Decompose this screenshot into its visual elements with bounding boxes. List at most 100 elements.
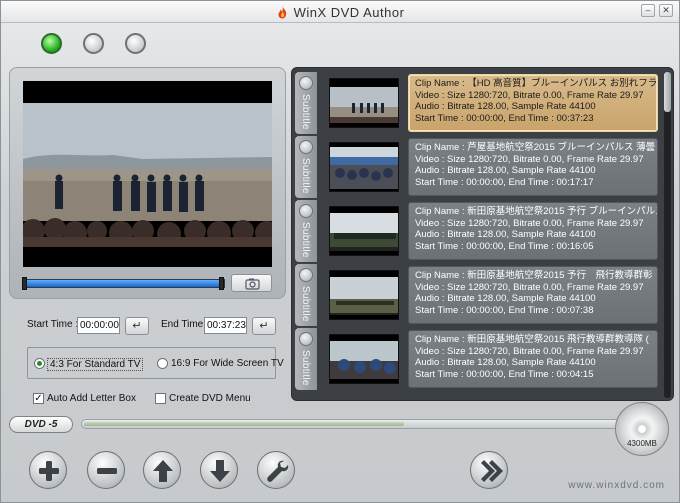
aspect-16-9-radio[interactable] bbox=[157, 358, 168, 369]
clip-name: Clip Name : 新田原基地航空祭2015 予行 ブルーインパルス bbox=[415, 206, 658, 217]
subtitle-label: Subtitle bbox=[300, 94, 311, 130]
clip-time-info: Start Time : 00:00:00, End Time : 00:16:… bbox=[415, 240, 594, 252]
clip-list-scrollbar[interactable] bbox=[664, 72, 671, 398]
subtitle-tab[interactable]: Subtitle bbox=[295, 200, 317, 262]
clip-thumbnail[interactable] bbox=[329, 142, 399, 192]
clip-list: Subtitle Clip Name : 【HD 高音質】ブルーインパルス お別… bbox=[291, 67, 674, 401]
clip-info[interactable]: Clip Name : 新田原基地航空祭2015 予行 ブルーインパルス Vid… bbox=[408, 202, 658, 260]
move-up-button[interactable] bbox=[143, 451, 181, 489]
step-1-indicator[interactable] bbox=[41, 33, 62, 54]
clip-audio-info: Audio : Bitrate 128.00, Sample Rate 4410… bbox=[415, 229, 596, 240]
minimize-button[interactable]: – bbox=[641, 4, 655, 17]
clip-time-info: Start Time : 00:00:00, End Time : 00:07:… bbox=[415, 304, 594, 316]
aspect-16-9-label[interactable]: 16:9 For Wide Screen TV bbox=[171, 358, 284, 369]
app-logo-icon bbox=[276, 6, 289, 19]
clip-name: Clip Name : 新田原基地航空祭2015 予行 飛行教導群彰 bbox=[415, 270, 653, 281]
subtitle-icon bbox=[299, 204, 313, 218]
preview-panel bbox=[9, 67, 286, 299]
scrollbar-thumb[interactable] bbox=[664, 72, 671, 112]
step-3-indicator[interactable] bbox=[125, 33, 146, 54]
start-trim-handle[interactable] bbox=[22, 277, 27, 290]
video-preview[interactable] bbox=[23, 81, 272, 267]
end-time-input[interactable]: 00:37:23 bbox=[204, 317, 247, 334]
aspect-4-3-label[interactable]: 4:3 For Standard TV bbox=[47, 358, 144, 371]
aspect-4-3-radio[interactable] bbox=[34, 358, 45, 369]
subtitle-tab[interactable]: Subtitle bbox=[295, 328, 317, 390]
start-time-input[interactable]: 00:00:00 bbox=[77, 317, 120, 334]
window-title-text: WinX DVD Author bbox=[293, 5, 405, 20]
remove-clip-button[interactable] bbox=[87, 451, 125, 489]
subtitle-label: Subtitle bbox=[300, 158, 311, 194]
clip-audio-info: Audio : Bitrate 128.00, Sample Rate 4410… bbox=[415, 165, 596, 176]
set-end-time-button[interactable]: ↵ bbox=[252, 317, 276, 335]
clip-thumbnail[interactable] bbox=[329, 78, 399, 128]
clip-name: Clip Name : 芦屋基地航空祭2015 ブルーインパルス 薄曇り bbox=[415, 142, 658, 153]
title-bar[interactable]: WinX DVD Author – ✕ bbox=[1, 1, 679, 23]
arrow-down-icon bbox=[210, 460, 230, 482]
clip-video-info: Video : Size 1280:720, Bitrate 0.00, Fra… bbox=[415, 345, 644, 357]
wrench-icon bbox=[267, 460, 289, 482]
end-time-label: End Time : bbox=[161, 319, 209, 330]
next-button[interactable] bbox=[470, 451, 508, 489]
end-trim-handle[interactable] bbox=[219, 277, 224, 290]
clip-name: Clip Name : 新田原基地航空祭2015 飛行教導群教導隊 ( bbox=[415, 334, 649, 345]
clip-item[interactable]: Subtitle Clip Name : 【HD 高音質】ブルーインパルス お別… bbox=[295, 72, 660, 134]
letterbox-label[interactable]: Auto Add Letter Box bbox=[47, 393, 136, 404]
main-window: WinX DVD Author – ✕ Start Time: 00:00:0… bbox=[0, 0, 680, 503]
arrow-up-icon bbox=[153, 460, 173, 482]
create-menu-label[interactable]: Create DVD Menu bbox=[169, 393, 251, 404]
camera-icon bbox=[245, 278, 260, 290]
subtitle-icon bbox=[299, 268, 313, 282]
clip-info[interactable]: Clip Name : 新田原基地航空祭2015 予行 飛行教導群彰 Video… bbox=[408, 266, 658, 324]
clip-time-info: Start Time : 00:00:00, End Time : 00:37:… bbox=[415, 112, 594, 124]
disc-icon: 4300MB bbox=[615, 402, 669, 456]
clip-time-info: Start Time : 00:00:00, End Time : 00:04:… bbox=[415, 368, 594, 380]
plus-icon bbox=[39, 461, 59, 481]
clip-time-info: Start Time : 00:00:00, End Time : 00:17:… bbox=[415, 176, 594, 188]
add-clip-button[interactable] bbox=[29, 451, 67, 489]
disc-capacity-label: 4300MB bbox=[627, 439, 657, 448]
clip-info[interactable]: Clip Name : 【HD 高音質】ブルーインパルス お別れフライト@ Vi… bbox=[408, 74, 658, 132]
settings-button[interactable] bbox=[257, 451, 295, 489]
clip-item[interactable]: Subtitle Clip Name : 新田原基地航空祭2015 飛行教導群教… bbox=[295, 328, 660, 390]
disc-type-selector[interactable]: DVD -5 bbox=[9, 416, 73, 433]
clip-audio-info: Audio : Bitrate 128.00, Sample Rate 4410… bbox=[415, 357, 596, 368]
clip-video-info: Video : Size 1280:720, Bitrate 0.00, Fra… bbox=[415, 89, 644, 101]
clip-item[interactable]: Subtitle Clip Name : 新田原基地航空祭2015 予行 飛行教… bbox=[295, 264, 660, 326]
clip-video-info: Video : Size 1280:720, Bitrate 0.00, Fra… bbox=[415, 281, 644, 293]
seek-bar[interactable] bbox=[22, 277, 225, 290]
clip-item[interactable]: Subtitle Clip Name : 芦屋基地航空祭2015 ブルーインパル… bbox=[295, 136, 660, 198]
snapshot-button[interactable] bbox=[231, 274, 272, 292]
disc-capacity-fill bbox=[84, 422, 404, 426]
clip-info[interactable]: Clip Name : 新田原基地航空祭2015 飛行教導群教導隊 ( Vide… bbox=[408, 330, 658, 388]
subtitle-icon bbox=[299, 140, 313, 154]
enter-icon: ↵ bbox=[259, 320, 269, 332]
website-watermark: www.winxdvd.com bbox=[568, 480, 665, 491]
set-start-time-button[interactable]: ↵ bbox=[125, 317, 149, 335]
minus-icon bbox=[97, 468, 117, 474]
clip-thumbnail[interactable] bbox=[329, 270, 399, 320]
subtitle-tab[interactable]: Subtitle bbox=[295, 264, 317, 326]
close-button[interactable]: ✕ bbox=[659, 4, 673, 17]
subtitle-label: Subtitle bbox=[300, 350, 311, 386]
window-title: WinX DVD Author bbox=[1, 5, 679, 20]
clip-info[interactable]: Clip Name : 芦屋基地航空祭2015 ブルーインパルス 薄曇り Vid… bbox=[408, 138, 658, 196]
clip-thumbnail[interactable] bbox=[329, 334, 399, 384]
minimize-icon: – bbox=[645, 5, 651, 15]
clip-video-info: Video : Size 1280:720, Bitrate 0.00, Fra… bbox=[415, 217, 644, 229]
subtitle-label: Subtitle bbox=[300, 286, 311, 322]
start-time-label: Start Time : bbox=[27, 319, 79, 330]
subtitle-tab[interactable]: Subtitle bbox=[295, 72, 317, 134]
clip-item[interactable]: Subtitle Clip Name : 新田原基地航空祭2015 予行 ブルー… bbox=[295, 200, 660, 262]
clip-name: Clip Name : 【HD 高音質】ブルーインパルス お別れフライト@ bbox=[415, 78, 658, 89]
step-2-indicator[interactable] bbox=[83, 33, 104, 54]
subtitle-icon bbox=[299, 76, 313, 90]
subtitle-label: Subtitle bbox=[300, 222, 311, 258]
clip-thumbnail[interactable] bbox=[329, 206, 399, 256]
move-down-button[interactable] bbox=[200, 451, 238, 489]
letterbox-checkbox[interactable]: ✓ bbox=[33, 393, 44, 404]
create-menu-checkbox[interactable] bbox=[155, 393, 166, 404]
subtitle-icon bbox=[299, 332, 313, 346]
subtitle-tab[interactable]: Subtitle bbox=[295, 136, 317, 198]
clip-audio-info: Audio : Bitrate 128.00, Sample Rate 4410… bbox=[415, 293, 596, 304]
